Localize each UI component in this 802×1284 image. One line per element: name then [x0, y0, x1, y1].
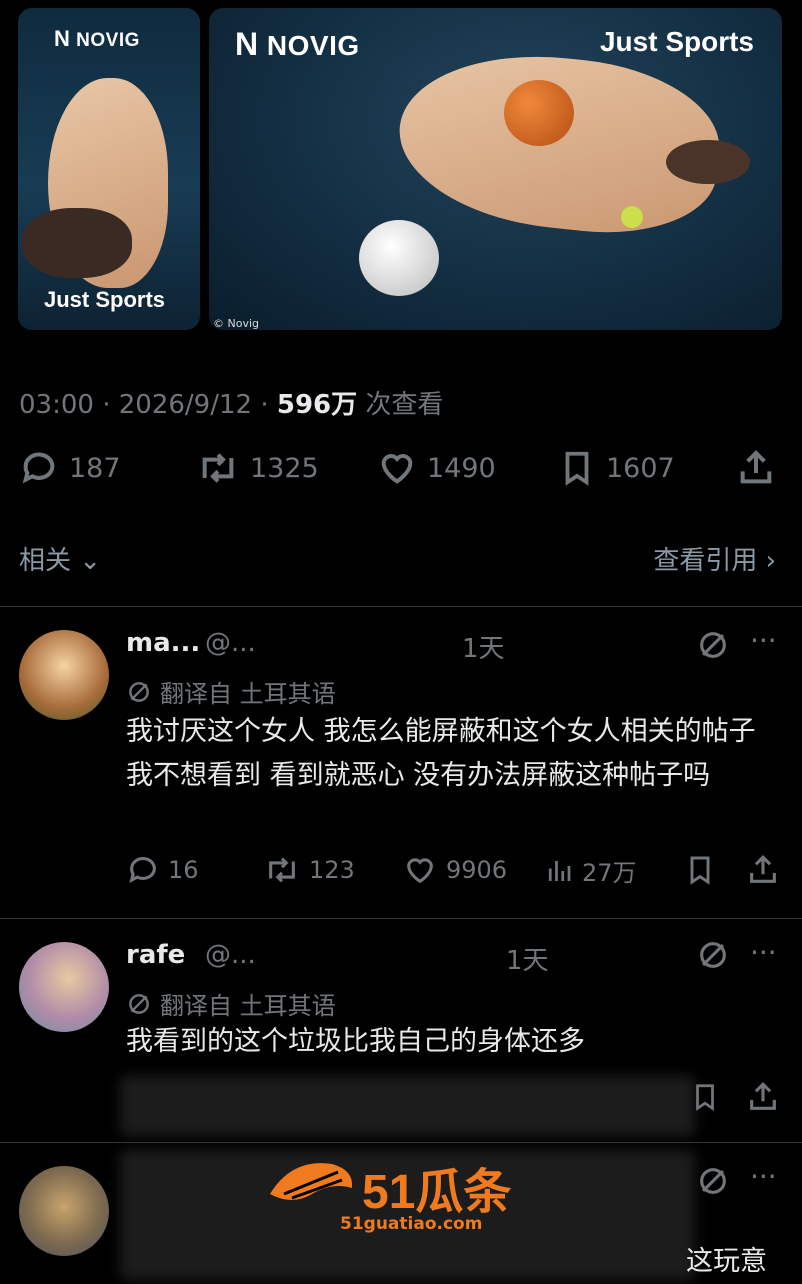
chevron-right-icon: ›: [765, 546, 776, 576]
reply-age: 1天: [462, 634, 505, 664]
avatar[interactable]: [19, 630, 109, 720]
reply-text: 这玩意: [686, 1246, 767, 1277]
reply-author-name[interactable]: ma...: [126, 628, 200, 658]
divider: [0, 918, 802, 919]
share-button[interactable]: [746, 853, 780, 887]
novig-logo: Ν NOVIG: [54, 26, 140, 51]
reply-age: 1天: [506, 946, 549, 976]
reply-text: 我看到的这个垃圾比我自己的身体还多: [126, 1026, 585, 1057]
reply-action-bar: 16 123 9906 27万: [126, 853, 786, 893]
heart-icon: [407, 858, 433, 884]
reply-author-handle[interactable]: @...: [205, 628, 256, 658]
reply-icon: [129, 857, 156, 883]
translation-indicator[interactable]: 翻译自 土耳其语: [126, 986, 336, 1021]
tennis-ball-icon: [621, 206, 643, 228]
watermark-brand: 51瓜条: [362, 1166, 512, 1219]
share-icon: [750, 855, 776, 883]
reply-button[interactable]: 16: [126, 853, 199, 887]
reply-button[interactable]: 187: [19, 448, 121, 488]
translate-icon: [129, 681, 149, 702]
soccer-ball-icon: [359, 220, 439, 296]
more-options-icon[interactable]: ···: [750, 936, 777, 969]
repost-icon: [269, 857, 295, 883]
media-image-left[interactable]: Ν NOVIG Just Sports: [18, 8, 200, 330]
heart-icon: [381, 454, 413, 484]
reply-text: 我讨厌这个女人 我怎么能屏蔽和这个女人相关的帖子 我不想看到 看到就恶心 没有办…: [126, 716, 756, 791]
image-credit: © Novig: [213, 317, 260, 330]
grok-icon[interactable]: [696, 1164, 730, 1198]
translation-indicator[interactable]: 翻译自 土耳其语: [126, 674, 336, 709]
share-icon: [740, 450, 772, 484]
football-icon: [22, 208, 132, 278]
reply-icon: [22, 452, 55, 484]
grok-icon[interactable]: [696, 938, 730, 972]
grok-icon[interactable]: [696, 628, 730, 662]
watermark: 51瓜条 51guatiao.com: [262, 1152, 542, 1240]
more-options-icon[interactable]: ···: [750, 624, 777, 657]
basketball-icon: [504, 80, 574, 146]
repost-button[interactable]: 123: [263, 853, 355, 887]
share-icon[interactable]: [746, 1080, 780, 1114]
chevron-down-icon: ⌄: [79, 546, 102, 576]
translate-icon: [129, 993, 149, 1014]
novig-logo: Ν NOVIG: [235, 26, 360, 62]
model-figure: [390, 41, 728, 245]
bookmark-button[interactable]: 1607: [558, 448, 675, 488]
share-button[interactable]: [736, 448, 776, 488]
bookmark-icon: [690, 856, 710, 885]
avatar[interactable]: [19, 1166, 109, 1256]
watermark-url: 51guatiao.com: [340, 1214, 483, 1234]
analytics-icon: [548, 860, 571, 881]
bookmark-icon[interactable]: [690, 1080, 720, 1114]
divider: [0, 1142, 802, 1143]
avatar[interactable]: [19, 942, 109, 1032]
more-options-icon[interactable]: ···: [750, 1160, 777, 1193]
bookmark-button[interactable]: [684, 853, 716, 887]
blurred-action-bar: [120, 1076, 695, 1136]
football-icon: [666, 140, 750, 184]
reply-author-name[interactable]: rafe: [126, 940, 185, 970]
reply-author-handle[interactable]: @...: [205, 940, 256, 970]
post-action-bar: 187 1325 1490 1607: [0, 448, 802, 500]
divider: [0, 606, 802, 607]
repost-icon: [202, 453, 234, 483]
just-sports-tagline: Just Sports: [44, 287, 166, 312]
bookmark-icon: [565, 451, 589, 486]
just-sports-tagline: Just Sports: [599, 26, 754, 57]
view-quotes-link[interactable]: 查看引用 ›: [653, 540, 776, 577]
watermark-logo-icon: [270, 1163, 353, 1200]
like-button[interactable]: 1490: [377, 448, 496, 488]
post-timestamp: 03:00 · 2026/9/12 · 596万 次查看: [19, 390, 444, 420]
views-count: 596万: [276, 390, 358, 420]
like-button[interactable]: 9906: [402, 853, 507, 887]
repost-button[interactable]: 1325: [196, 448, 319, 488]
views-button[interactable]: 27万: [544, 853, 637, 888]
related-dropdown[interactable]: 相关 ⌄: [19, 540, 101, 577]
media-image-right[interactable]: Ν NOVIG Just Sports © Novig: [209, 8, 782, 330]
